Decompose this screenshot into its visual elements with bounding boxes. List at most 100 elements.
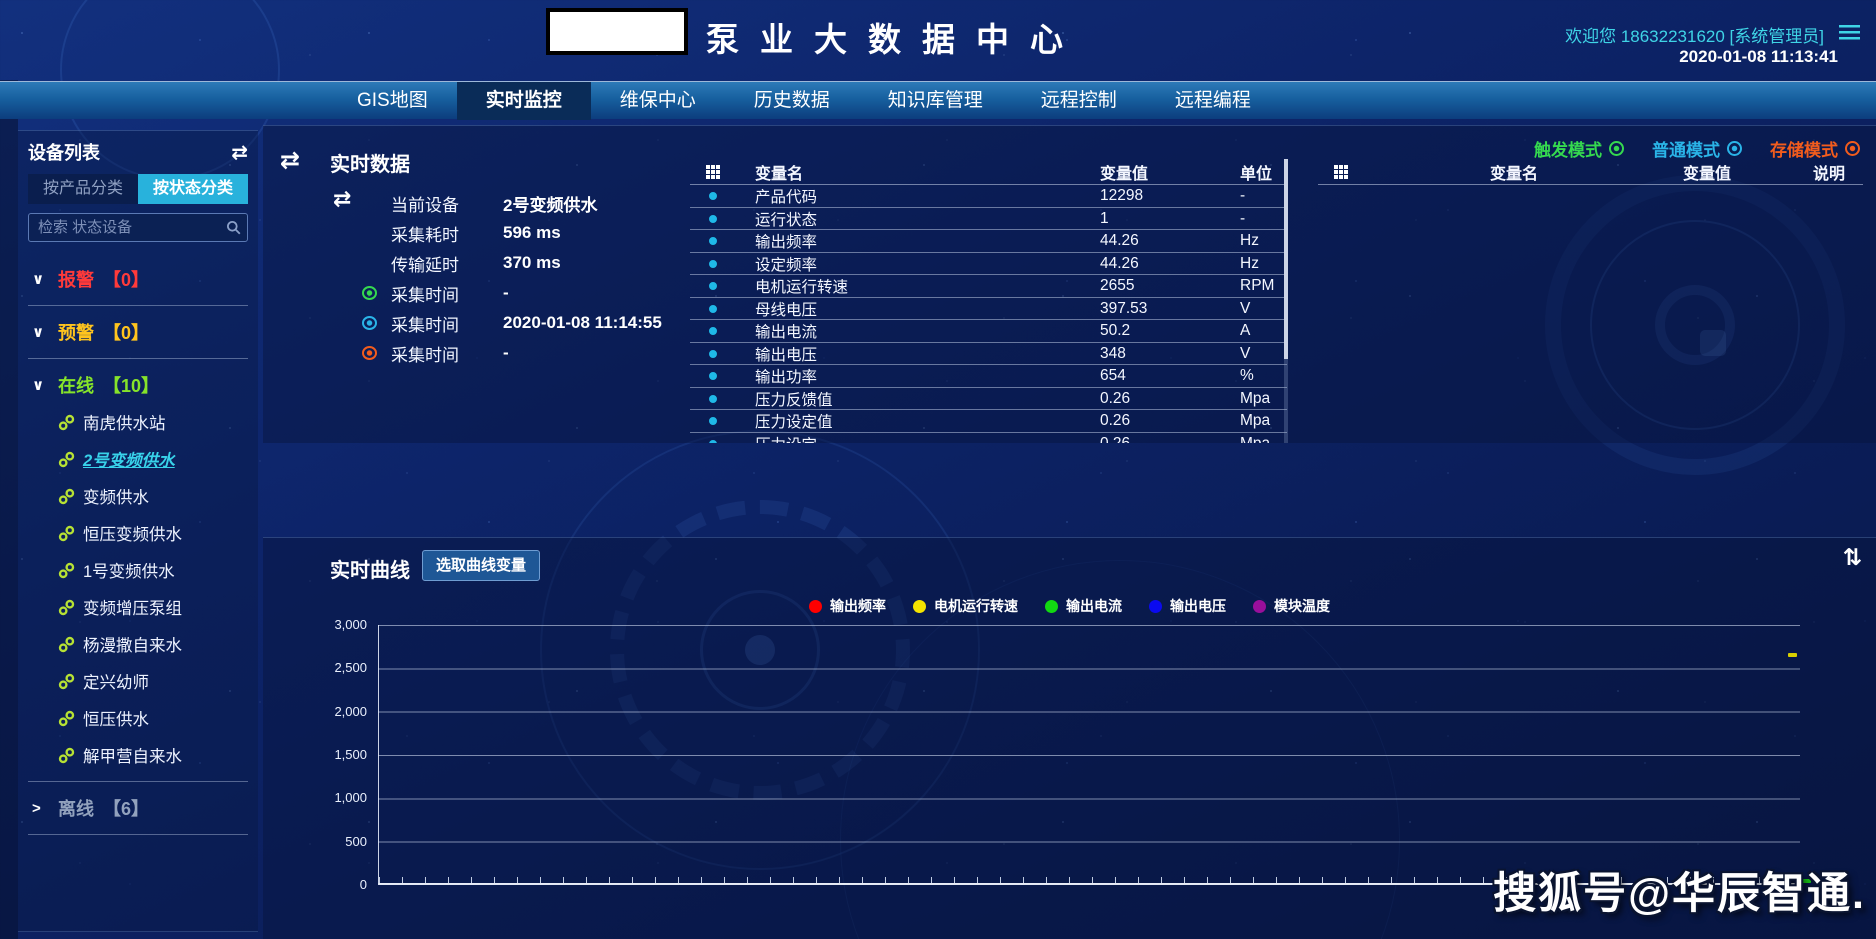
search-input[interactable] bbox=[28, 213, 248, 242]
info-value: - bbox=[503, 283, 662, 303]
tree-item[interactable]: 恒压变频供水 bbox=[58, 520, 248, 546]
target-icon bbox=[690, 260, 736, 268]
tree-group[interactable]: ∨预警【0】 bbox=[32, 319, 248, 345]
table-row[interactable]: 设定频率44.26Hz bbox=[690, 253, 1287, 276]
group-count: 【0】 bbox=[103, 266, 149, 292]
column-header: 变量名 bbox=[736, 160, 1081, 184]
nav-tab[interactable]: 实时监控 bbox=[457, 82, 591, 120]
tab-by-status[interactable]: 按状态分类 bbox=[138, 174, 248, 204]
nav-tab[interactable]: 远程编程 bbox=[1146, 82, 1280, 120]
tree-item[interactable]: 定兴幼师 bbox=[58, 668, 248, 694]
tree-group[interactable]: >离线【6】 bbox=[32, 795, 248, 821]
table-cell: 压力反馈值 bbox=[736, 388, 1081, 410]
realtime-data-title: 实时数据 bbox=[330, 148, 410, 177]
device-label: 2号变频供水 bbox=[83, 447, 175, 471]
mode-toggle[interactable]: 普通模式 bbox=[1652, 136, 1742, 161]
table-row[interactable]: 电机运行转速2655RPM bbox=[690, 275, 1287, 298]
tree-item[interactable]: 1号变频供水 bbox=[58, 557, 248, 583]
table-cell: - bbox=[1221, 187, 1287, 205]
variable-table-left: 变量名变量值单位产品代码12298-运行状态1-输出频率44.26Hz设定频率4… bbox=[690, 159, 1287, 443]
select-curve-variables-button[interactable]: 选取曲线变量 bbox=[422, 550, 540, 581]
target-icon bbox=[690, 350, 736, 358]
table-cell: 输出频率 bbox=[736, 230, 1081, 252]
table-row[interactable]: 输出频率44.26Hz bbox=[690, 230, 1287, 253]
link-icon bbox=[58, 451, 75, 468]
left-edge-strip bbox=[0, 80, 18, 939]
y-axis-label: 1,000 bbox=[305, 790, 367, 805]
table-row[interactable]: 输出电流50.2A bbox=[690, 320, 1287, 343]
legend-item[interactable]: 输出电压 bbox=[1149, 596, 1226, 616]
tree-item[interactable]: 变频供水 bbox=[58, 483, 248, 509]
column-header: 变量值 bbox=[1081, 160, 1221, 184]
tree-item[interactable]: 恒压供水 bbox=[58, 705, 248, 731]
tree-group[interactable]: ∨报警【0】 bbox=[32, 266, 248, 292]
target-icon bbox=[690, 282, 736, 290]
tree-item[interactable]: 变频增压泵组 bbox=[58, 594, 248, 620]
nav-tab[interactable]: 历史数据 bbox=[725, 82, 859, 120]
y-axis-label: 2,500 bbox=[305, 660, 367, 675]
status-ring-icon bbox=[362, 286, 377, 300]
table-cell: Mpa bbox=[1221, 435, 1287, 444]
table-cell: 输出电压 bbox=[736, 343, 1081, 365]
column-header: 单位 bbox=[1221, 160, 1287, 184]
legend-item[interactable]: 电机运行转速 bbox=[913, 596, 1018, 616]
sidebar-title: 设备列表 bbox=[28, 139, 100, 165]
legend-item[interactable]: 输出频率 bbox=[809, 596, 886, 616]
tree-item[interactable]: 解甲营自来水 bbox=[58, 742, 248, 768]
panel-swap-icon[interactable]: ⇄ bbox=[280, 146, 300, 175]
table-row[interactable]: 压力设定0.26Mpa bbox=[690, 433, 1287, 444]
sidebar-tabs: 按产品分类 按状态分类 bbox=[28, 174, 248, 204]
tab-by-product[interactable]: 按产品分类 bbox=[28, 174, 138, 204]
table-cell: 0.26 bbox=[1081, 435, 1221, 444]
table-cell: Hz bbox=[1221, 232, 1287, 250]
table-row[interactable]: 产品代码12298- bbox=[690, 185, 1287, 208]
legend-label: 输出电压 bbox=[1170, 596, 1226, 616]
table-row[interactable]: 运行状态1- bbox=[690, 208, 1287, 231]
collapse-sidebar-icon[interactable]: ⇄ bbox=[231, 140, 248, 165]
device-swap-icon[interactable]: ⇄ bbox=[333, 186, 351, 212]
chevron-down-icon: ∨ bbox=[32, 270, 58, 288]
legend-item[interactable]: 输出电流 bbox=[1045, 596, 1122, 616]
legend-item[interactable]: 模块温度 bbox=[1253, 596, 1330, 616]
divider bbox=[28, 781, 248, 782]
table-cell: 压力设定值 bbox=[736, 410, 1081, 432]
menu-icon[interactable] bbox=[1839, 25, 1860, 40]
table-row[interactable]: 压力设定值0.26Mpa bbox=[690, 410, 1287, 433]
legend-dot bbox=[1149, 600, 1162, 613]
table-row[interactable]: 输出功率654% bbox=[690, 365, 1287, 388]
nav-tab[interactable]: 知识库管理 bbox=[859, 82, 1012, 120]
mode-label: 存储模式 bbox=[1770, 136, 1838, 161]
target-icon bbox=[690, 440, 736, 444]
mode-toggle[interactable]: 触发模式 bbox=[1534, 136, 1624, 161]
table-cell: 电机运行转速 bbox=[736, 275, 1081, 297]
y-axis-label: 2,000 bbox=[305, 704, 367, 719]
tree-group[interactable]: ∨在线【10】 bbox=[32, 372, 248, 398]
chevron-down-icon: ∨ bbox=[32, 376, 58, 394]
chart-plot-area bbox=[378, 625, 1800, 885]
nav-tab[interactable]: GIS地图 bbox=[328, 82, 457, 120]
chart-legend: 输出频率 电机运行转速 输出电流 输出电压 模块温度 bbox=[263, 596, 1876, 616]
search-icon[interactable] bbox=[226, 220, 241, 240]
tree-item[interactable]: 2号变频供水 bbox=[58, 446, 248, 472]
mode-ring-icon bbox=[1609, 141, 1624, 156]
tree-item[interactable]: 杨漫撒自来水 bbox=[58, 631, 248, 657]
main-nav: GIS地图实时监控维保中心历史数据知识库管理远程控制远程编程 bbox=[0, 81, 1876, 119]
info-value: - bbox=[503, 343, 662, 363]
group-count: 【6】 bbox=[103, 795, 149, 821]
nav-tab[interactable]: 远程控制 bbox=[1012, 82, 1146, 120]
table-row[interactable]: 输出电压348V bbox=[690, 343, 1287, 366]
status-dot-cell bbox=[362, 286, 391, 300]
table-cell: 654 bbox=[1081, 367, 1221, 385]
tree-item[interactable]: 南虎供水站 bbox=[58, 409, 248, 435]
mode-toggle[interactable]: 存储模式 bbox=[1770, 136, 1860, 161]
table-row[interactable]: 压力反馈值0.26Mpa bbox=[690, 388, 1287, 411]
device-label: 恒压变频供水 bbox=[83, 521, 182, 545]
sort-updown-icon[interactable]: ⇅ bbox=[1843, 544, 1862, 571]
legend-dot bbox=[1045, 600, 1058, 613]
info-row: 采集时间- bbox=[362, 338, 662, 368]
table-cell: Hz bbox=[1221, 255, 1287, 273]
table-row[interactable]: 母线电压397.53V bbox=[690, 298, 1287, 321]
nav-tab[interactable]: 维保中心 bbox=[591, 82, 725, 120]
scrollbar-thumb[interactable] bbox=[1284, 159, 1288, 359]
chevron-down-icon: ∨ bbox=[32, 323, 58, 341]
